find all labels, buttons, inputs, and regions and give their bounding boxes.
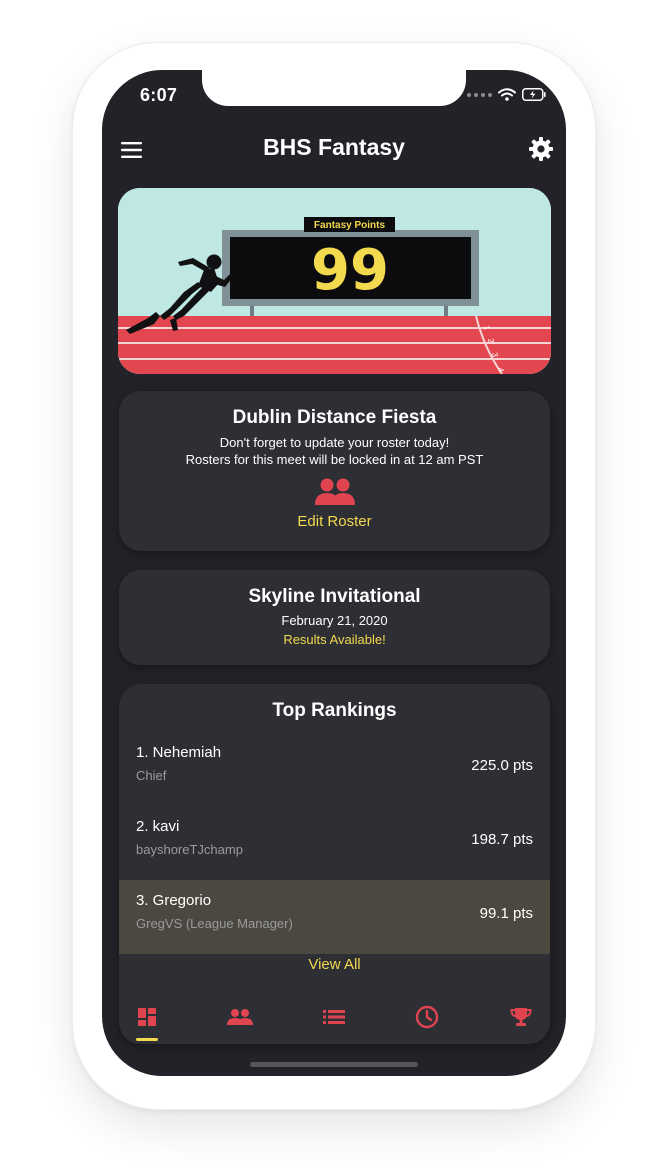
past-meet-date: February 21, 2020 [281, 613, 388, 628]
ranking-team: GregVS (League Manager) [136, 916, 293, 931]
scoreboard-label: Fantasy Points [314, 220, 386, 231]
list-icon [323, 1010, 345, 1024]
roster-group-icon [314, 478, 355, 505]
team-icon [227, 1009, 253, 1025]
battery-icon [522, 88, 546, 101]
view-all-rankings-link[interactable]: View All [119, 956, 550, 973]
ranking-points: 225.0 pts [471, 757, 533, 774]
device-notch [202, 70, 466, 106]
bottom-tab-bar [102, 994, 566, 1054]
fantasy-points-banner: 1 2 3 4 Fantasy Points 99 [118, 188, 551, 374]
banner-illustration: 1 2 3 4 Fantasy Points 99 [118, 188, 551, 374]
ranking-points: 198.7 pts [471, 831, 533, 848]
ranking-name: 2. kavi [136, 818, 180, 835]
signal-icon [467, 92, 492, 97]
ranking-team: Chief [136, 768, 167, 783]
app-screen: 6:07 BHS Fantasy 1 2 3 4 Fantasy Points … [102, 70, 566, 1076]
status-time: 6:07 [140, 85, 178, 105]
upcoming-meet-card: Dublin Distance Fiesta Don't forget to u… [119, 391, 550, 551]
meet-reminder-text: Don't forget to update your roster today… [219, 435, 450, 450]
edit-roster-label: Edit Roster [297, 513, 372, 530]
tab-team[interactable] [220, 1002, 260, 1032]
page-title: BHS Fantasy [263, 134, 405, 160]
fantasy-points-value: 99 [311, 238, 389, 303]
ranking-name: 3. Gregorio [136, 892, 212, 909]
ranking-name: 1. Nehemiah [136, 744, 222, 761]
ranking-team: bayshoreTJchamp [136, 842, 243, 857]
app-header: BHS Fantasy [102, 128, 566, 172]
results-available-link[interactable]: Results Available! [119, 631, 550, 648]
tab-history[interactable] [407, 1002, 447, 1032]
ranking-row[interactable]: 1. Nehemiah Chief 225.0 pts [119, 732, 550, 806]
ranking-points: 99.1 pts [479, 905, 533, 922]
tab-leaderboard[interactable] [501, 1002, 541, 1032]
meet-title: Dublin Distance Fiesta [232, 407, 437, 428]
past-meet-title: Skyline Invitational [248, 586, 421, 607]
meet-lock-text: Rosters for this meet will be locked in … [185, 452, 484, 467]
ranking-row-current-user[interactable]: 3. Gregorio GregVS (League Manager) 99.1… [119, 880, 550, 954]
edit-roster-button[interactable]: Edit Roster [119, 477, 550, 530]
wifi-icon [498, 88, 516, 101]
trophy-icon [510, 1008, 532, 1026]
gear-icon[interactable] [528, 136, 554, 162]
tab-list[interactable] [314, 1002, 354, 1032]
home-indicator [250, 1062, 418, 1067]
scoreboard: Fantasy Points 99 [222, 217, 479, 306]
past-meet-card[interactable]: Skyline Invitational February 21, 2020 R… [119, 570, 550, 665]
active-tab-indicator [136, 1038, 158, 1041]
top-rankings-card: Top Rankings 1. Nehemiah Chief 225.0 pts… [119, 684, 550, 1044]
rankings-title: Top Rankings [272, 700, 397, 721]
ranking-row[interactable]: 2. kavi bayshoreTJchamp 198.7 pts [119, 806, 550, 880]
clock-icon [415, 1005, 439, 1029]
dashboard-icon [138, 1008, 156, 1026]
status-icons [467, 88, 546, 101]
tab-dashboard[interactable] [127, 1002, 167, 1032]
